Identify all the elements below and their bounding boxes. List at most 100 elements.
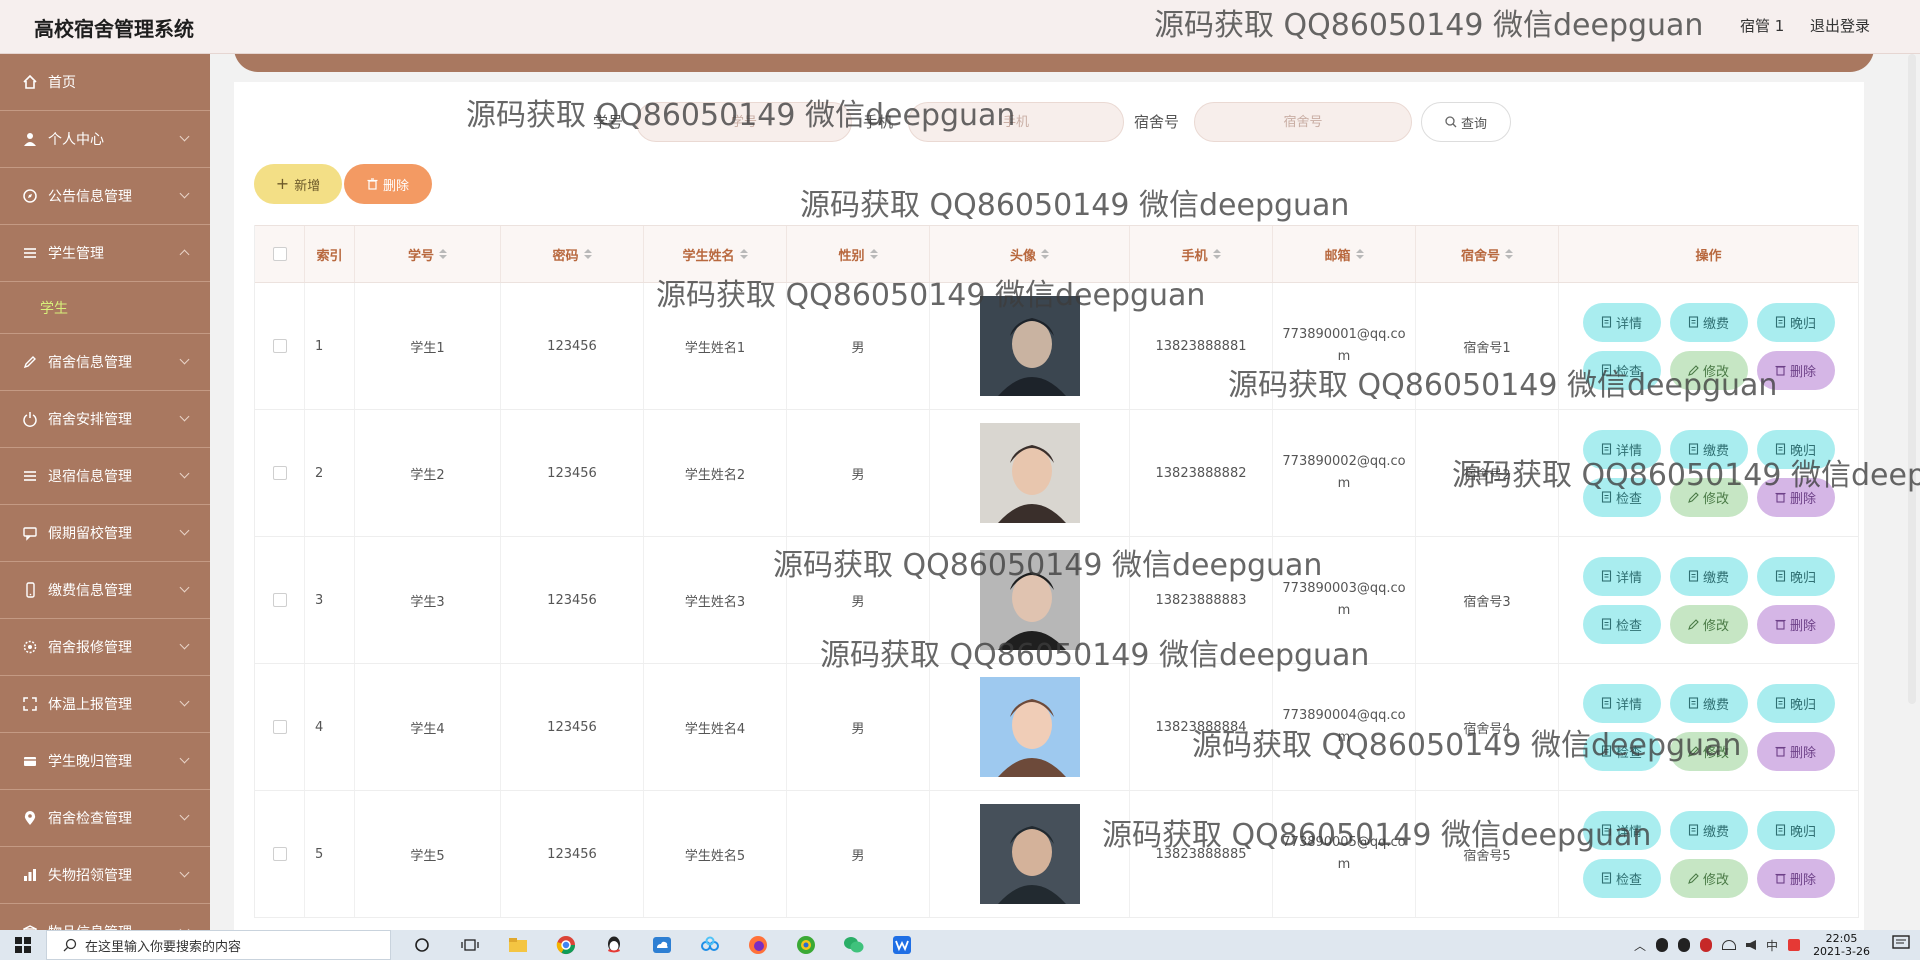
- sidebar-item-7[interactable]: 假期留校管理: [0, 505, 210, 562]
- detail-button[interactable]: 详情: [1582, 302, 1661, 342]
- sort-icon[interactable]: [1505, 249, 1513, 259]
- sort-icon[interactable]: [1355, 249, 1364, 259]
- wechat-icon[interactable]: [841, 933, 867, 957]
- clock[interactable]: 22:05 2021-3-26: [1813, 930, 1870, 960]
- sidebar-item-10[interactable]: 体温上报管理: [0, 676, 210, 733]
- cortana-icon[interactable]: [409, 933, 435, 957]
- edit-button[interactable]: 修改: [1669, 858, 1748, 898]
- logout-link[interactable]: 退出登录: [1810, 15, 1870, 36]
- night-button[interactable]: 晚归: [1756, 556, 1835, 596]
- sort-icon[interactable]: [739, 249, 748, 259]
- detail-button[interactable]: 详情: [1582, 683, 1661, 723]
- pay-button[interactable]: 缴费: [1669, 556, 1748, 596]
- start-button[interactable]: [0, 930, 46, 960]
- qq-tray-icon[interactable]: [1655, 938, 1668, 952]
- antivirus-icon[interactable]: [1788, 939, 1800, 951]
- row-checkbox[interactable]: [272, 593, 287, 607]
- edit-button[interactable]: 修改: [1669, 604, 1748, 644]
- sidebar-item-8[interactable]: 缴费信息管理: [0, 562, 210, 619]
- check-button[interactable]: 检查: [1582, 477, 1661, 517]
- sidebar-item-0[interactable]: 首页: [0, 54, 210, 111]
- remove-button[interactable]: 删除: [1756, 858, 1835, 898]
- remove-button[interactable]: 删除: [1756, 731, 1835, 771]
- chevron-up-icon[interactable]: ︿: [1634, 937, 1646, 954]
- notification-icon[interactable]: [1892, 935, 1912, 955]
- remove-button[interactable]: 删除: [1756, 477, 1835, 517]
- qq-icon[interactable]: [601, 933, 627, 957]
- remove-button[interactable]: 删除: [1756, 604, 1835, 644]
- column-header[interactable]: 性别: [787, 226, 930, 282]
- search-input-phone[interactable]: [908, 102, 1124, 142]
- pay-button[interactable]: 缴费: [1669, 429, 1748, 469]
- row-checkbox[interactable]: [272, 339, 287, 353]
- sidebar-item-13[interactable]: 失物招领管理: [0, 847, 210, 904]
- cloud-app-icon[interactable]: [649, 933, 675, 957]
- avatar[interactable]: [979, 296, 1080, 396]
- avatar[interactable]: [979, 423, 1080, 523]
- column-header[interactable]: 手机: [1130, 226, 1273, 282]
- wps-icon[interactable]: [889, 933, 915, 957]
- check-button[interactable]: 检查: [1582, 350, 1661, 390]
- page-scrollbar[interactable]: [1908, 54, 1916, 704]
- sidebar-item-2[interactable]: 公告信息管理: [0, 168, 210, 225]
- firefox-icon[interactable]: [745, 933, 771, 957]
- sidebar-item-9[interactable]: 宿舍报修管理: [0, 619, 210, 676]
- add-button[interactable]: + 新增: [254, 164, 342, 204]
- column-header[interactable]: 邮箱: [1273, 226, 1416, 282]
- select-all-checkbox[interactable]: [272, 247, 287, 261]
- sidebar-item-3[interactable]: 学生管理: [0, 225, 210, 282]
- pay-button[interactable]: 缴费: [1669, 302, 1748, 342]
- column-header[interactable]: 密码: [501, 226, 644, 282]
- column-header[interactable]: 头像: [930, 226, 1130, 282]
- sidebar-item-12[interactable]: 宿舍检查管理: [0, 790, 210, 847]
- detail-button[interactable]: 详情: [1582, 810, 1661, 850]
- volume-icon[interactable]: [1745, 940, 1756, 950]
- edit-button[interactable]: 修改: [1669, 731, 1748, 771]
- check-button[interactable]: 检查: [1582, 604, 1661, 644]
- avatar[interactable]: [979, 677, 1080, 777]
- night-button[interactable]: 晚归: [1756, 429, 1835, 469]
- check-button[interactable]: 检查: [1582, 731, 1661, 771]
- avatar[interactable]: [979, 550, 1080, 650]
- detail-button[interactable]: 详情: [1582, 556, 1661, 596]
- batch-delete-button[interactable]: 删除: [344, 164, 432, 204]
- detail-button[interactable]: 详情: [1582, 429, 1661, 469]
- qq-tray-icon[interactable]: [1677, 938, 1690, 952]
- edit-button[interactable]: 修改: [1669, 477, 1748, 517]
- column-header[interactable]: 宿舍号: [1416, 226, 1559, 282]
- sidebar-item-6[interactable]: 退宿信息管理: [0, 448, 210, 505]
- qq-tray-icon[interactable]: [1699, 938, 1712, 952]
- search-input-dorm[interactable]: [1194, 102, 1412, 142]
- edit-button[interactable]: 修改: [1669, 350, 1748, 390]
- sort-icon[interactable]: [869, 249, 878, 259]
- query-button[interactable]: 查询: [1421, 102, 1511, 142]
- task-view-icon[interactable]: [457, 933, 483, 957]
- sort-icon[interactable]: [583, 249, 592, 259]
- column-header[interactable]: 学号: [355, 226, 501, 282]
- row-checkbox[interactable]: [272, 847, 287, 861]
- sidebar-subitem-student[interactable]: 学生: [0, 282, 210, 334]
- row-checkbox[interactable]: [272, 466, 287, 480]
- check-button[interactable]: 检查: [1582, 858, 1661, 898]
- sidebar-item-11[interactable]: 学生晚归管理: [0, 733, 210, 790]
- sort-icon[interactable]: [1212, 249, 1221, 259]
- sidebar-item-4[interactable]: 宿舍信息管理: [0, 334, 210, 391]
- night-button[interactable]: 晚归: [1756, 302, 1835, 342]
- sidebar-item-14[interactable]: 物品信息管理: [0, 904, 210, 930]
- ime-indicator[interactable]: 中: [1766, 937, 1778, 954]
- sidebar-item-5[interactable]: 宿舍安排管理: [0, 391, 210, 448]
- sidebar-item-1[interactable]: 个人中心: [0, 111, 210, 168]
- search-input-student-no[interactable]: [636, 102, 852, 142]
- avatar[interactable]: [979, 804, 1080, 904]
- sort-icon[interactable]: [1041, 249, 1049, 259]
- sort-icon[interactable]: [439, 249, 447, 259]
- chrome-icon[interactable]: [553, 933, 579, 957]
- file-explorer-icon[interactable]: [505, 933, 531, 957]
- network-icon[interactable]: [1721, 940, 1736, 950]
- night-button[interactable]: 晚归: [1756, 810, 1835, 850]
- taskbar-search[interactable]: 在这里输入你要搜索的内容: [46, 930, 391, 960]
- browser-360-icon[interactable]: [793, 933, 819, 957]
- pay-button[interactable]: 缴费: [1669, 683, 1748, 723]
- row-checkbox[interactable]: [272, 720, 287, 734]
- baidu-netdisk-icon[interactable]: [697, 933, 723, 957]
